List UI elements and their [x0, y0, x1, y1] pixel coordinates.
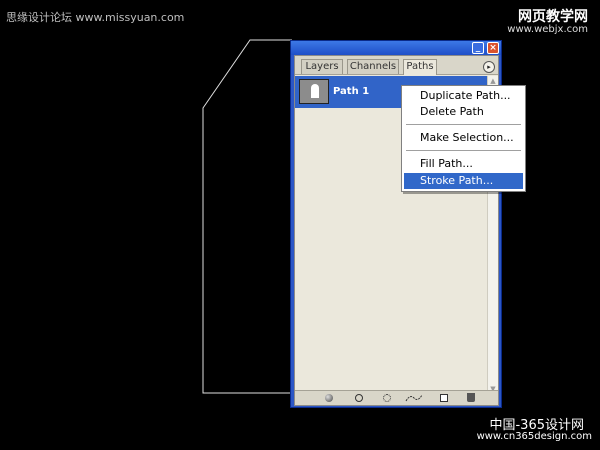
tab-channels[interactable]: Channels [347, 59, 399, 74]
palette-titlebar[interactable]: _ × [291, 41, 501, 55]
minimize-button[interactable]: _ [472, 42, 484, 54]
menu-item-fill-path[interactable]: Fill Path... [404, 156, 523, 172]
close-button[interactable]: × [487, 42, 499, 54]
palette-menu-icon[interactable]: ▸ [483, 61, 495, 73]
new-path-icon[interactable] [440, 394, 448, 402]
menu-item-delete-path[interactable]: Delete Path [404, 104, 523, 120]
fill-path-icon[interactable] [325, 394, 333, 402]
palette-footer [295, 390, 498, 405]
palette-tabs: Layers Channels Paths ▸ [295, 56, 498, 75]
menu-item-duplicate-path[interactable]: Duplicate Path... [404, 88, 523, 104]
stroke-path-icon[interactable] [355, 394, 363, 402]
menu-separator [406, 150, 521, 151]
make-work-path-icon[interactable] [405, 394, 423, 402]
tab-paths[interactable]: Paths [403, 59, 437, 75]
path-thumbnail [299, 79, 329, 104]
menu-item-stroke-path[interactable]: Stroke Path... [404, 173, 523, 189]
paths-context-menu: Duplicate Path... Delete Path Make Selec… [401, 85, 526, 192]
menu-separator [406, 124, 521, 125]
menu-item-make-selection[interactable]: Make Selection... [404, 130, 523, 146]
path-thumbnail-shape [311, 84, 319, 98]
tab-layers[interactable]: Layers [301, 59, 343, 74]
path-name: Path 1 [333, 86, 370, 97]
delete-path-icon[interactable] [467, 393, 475, 402]
load-selection-icon[interactable] [383, 394, 391, 402]
